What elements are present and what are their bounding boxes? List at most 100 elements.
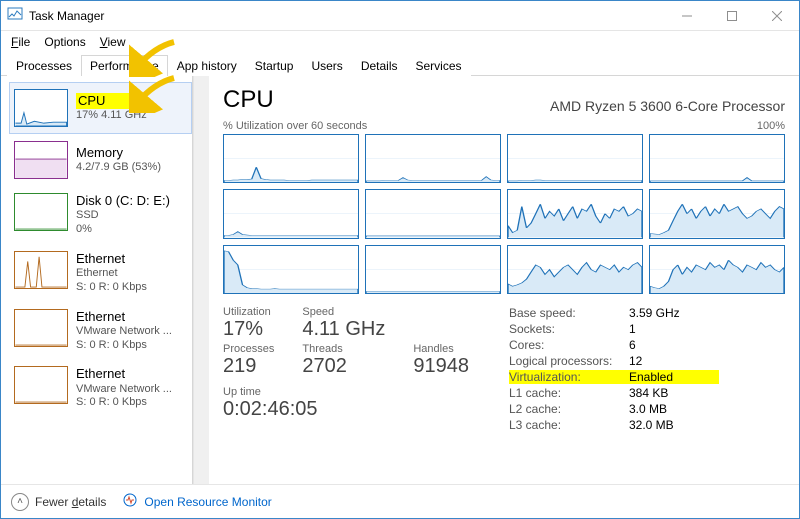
sidebar-disk-sub2: 0% (76, 223, 170, 237)
uptime-value: 0:02:46:05 (223, 398, 469, 421)
tab-processes[interactable]: Processes (7, 55, 81, 76)
cpu-core-chart (223, 189, 359, 238)
ethernet-thumb-icon (14, 366, 68, 404)
sidebar-item-memory[interactable]: Memory 4.2/7.9 GB (53%) (9, 134, 192, 186)
handles-value: 91948 (413, 355, 469, 378)
cpu-core-grid (223, 134, 785, 294)
cpu-panel: CPU AMD Ryzen 5 3600 6-Core Processor % … (209, 76, 799, 484)
processes-value: 219 (223, 355, 274, 378)
close-button[interactable] (754, 1, 799, 30)
footer: ˄ Fewer details Open Resource Monitor (1, 484, 799, 518)
cpu-model: AMD Ryzen 5 3600 6-Core Processor (550, 98, 785, 114)
utilization-label: Utilization (223, 306, 274, 318)
cpu-core-chart (507, 245, 643, 294)
utilization-value: 17% (223, 318, 274, 341)
l3-value: 32.0 MB (629, 418, 719, 432)
chevron-up-icon: ˄ (11, 493, 29, 511)
ethernet-thumb-icon (14, 309, 68, 347)
perf-body: CPU 17% 4.11 GHz Memory 4.2/7.9 GB (53%) (1, 76, 799, 484)
speed-value: 4.11 GHz (302, 318, 385, 341)
sidebar-cpu-sub: 17% 4.11 GHz (76, 109, 147, 123)
sidebar-item-ethernet-2[interactable]: Ethernet VMware Network ... S: 0 R: 0 Kb… (9, 359, 192, 417)
tab-services[interactable]: Services (407, 55, 471, 76)
tab-users[interactable]: Users (302, 55, 351, 76)
menu-file[interactable]: File (11, 35, 30, 49)
sidebar-item-cpu[interactable]: CPU 17% 4.11 GHz (9, 82, 192, 134)
virtualization-value: Enabled (629, 370, 719, 384)
window-title: Task Manager (29, 9, 104, 23)
sidebar-item-ethernet-0[interactable]: Ethernet Ethernet S: 0 R: 0 Kbps (9, 244, 192, 302)
handles-label: Handles (413, 343, 469, 355)
titlebar: Task Manager (1, 1, 799, 31)
tab-strip: Processes Performance App history Startu… (1, 53, 799, 76)
open-resource-monitor-label: Open Resource Monitor (144, 495, 271, 509)
sidebar-eth0-sub2: S: 0 R: 0 Kbps (76, 281, 147, 295)
sidebar-eth2-title: Ethernet (76, 366, 172, 382)
resource-monitor-icon (122, 492, 138, 511)
cpu-core-chart (365, 245, 501, 294)
ethernet-thumb-icon (14, 251, 68, 289)
util-axis-label: % Utilization over 60 seconds (223, 120, 367, 132)
sidebar-item-ethernet-1[interactable]: Ethernet VMware Network ... S: 0 R: 0 Kb… (9, 302, 192, 360)
sidebar-eth1-sub1: VMware Network ... (76, 325, 172, 339)
menu-view[interactable]: View (100, 35, 126, 49)
menu-options[interactable]: Options (44, 35, 85, 49)
app-icon (7, 6, 23, 25)
speed-label: Speed (302, 306, 385, 318)
maximize-button[interactable] (709, 1, 754, 30)
task-manager-window: Task Manager File Options View Processes… (0, 0, 800, 519)
sidebar-eth2-sub1: VMware Network ... (76, 383, 172, 397)
sidebar-scrollbar[interactable] (193, 76, 209, 484)
sidebar-memory-sub: 4.2/7.9 GB (53%) (76, 161, 161, 175)
l1-value: 384 KB (629, 386, 719, 400)
cpu-details: Base speed: 3.59 GHz Sockets: 1 Cores: 6… (509, 306, 719, 432)
sidebar-eth1-sub2: S: 0 R: 0 Kbps (76, 339, 172, 353)
fewer-details-button[interactable]: ˄ Fewer details (11, 493, 106, 511)
logical-label: Logical processors: (509, 354, 629, 368)
tab-startup[interactable]: Startup (246, 55, 303, 76)
cpu-core-chart (649, 134, 785, 183)
tab-app-history[interactable]: App history (168, 55, 246, 76)
tab-details[interactable]: Details (352, 55, 407, 76)
sidebar-eth2-sub2: S: 0 R: 0 Kbps (76, 396, 172, 410)
cpu-core-chart (649, 245, 785, 294)
cores-value: 6 (629, 338, 719, 352)
perf-sidebar: CPU 17% 4.11 GHz Memory 4.2/7.9 GB (53%) (1, 76, 193, 484)
logical-value: 12 (629, 354, 719, 368)
sidebar-cpu-title: CPU (76, 93, 147, 109)
tab-performance[interactable]: Performance (81, 55, 168, 76)
cpu-core-chart (507, 189, 643, 238)
sidebar-disk-title: Disk 0 (C: D: E:) (76, 193, 170, 209)
cpu-core-chart (649, 189, 785, 238)
open-resource-monitor-link[interactable]: Open Resource Monitor (122, 492, 271, 511)
disk-thumb-icon (14, 193, 68, 231)
l3-label: L3 cache: (509, 418, 629, 432)
menubar: File Options View (1, 31, 799, 53)
processes-label: Processes (223, 343, 274, 355)
sidebar-eth1-title: Ethernet (76, 309, 172, 325)
sidebar-item-disk0[interactable]: Disk 0 (C: D: E:) SSD 0% (9, 186, 192, 244)
sockets-value: 1 (629, 322, 719, 336)
virtualization-label: Virtualization: (509, 370, 629, 384)
sidebar-eth0-title: Ethernet (76, 251, 147, 267)
fewer-details-label: Fewer details (35, 495, 106, 509)
cpu-core-chart (365, 189, 501, 238)
cores-label: Cores: (509, 338, 629, 352)
base-speed-label: Base speed: (509, 306, 629, 320)
cpu-core-chart (223, 245, 359, 294)
l2-label: L2 cache: (509, 402, 629, 416)
sidebar-memory-title: Memory (76, 145, 161, 161)
util-axis-max: 100% (757, 120, 785, 132)
threads-value: 2702 (302, 355, 385, 378)
cpu-core-chart (365, 134, 501, 183)
sidebar-disk-sub1: SSD (76, 209, 170, 223)
sockets-label: Sockets: (509, 322, 629, 336)
l1-label: L1 cache: (509, 386, 629, 400)
cpu-thumb-icon (14, 89, 68, 127)
base-speed-value: 3.59 GHz (629, 306, 719, 320)
l2-value: 3.0 MB (629, 402, 719, 416)
sidebar-eth0-sub1: Ethernet (76, 267, 147, 281)
cpu-core-chart (223, 134, 359, 183)
threads-label: Threads (302, 343, 385, 355)
minimize-button[interactable] (664, 1, 709, 30)
